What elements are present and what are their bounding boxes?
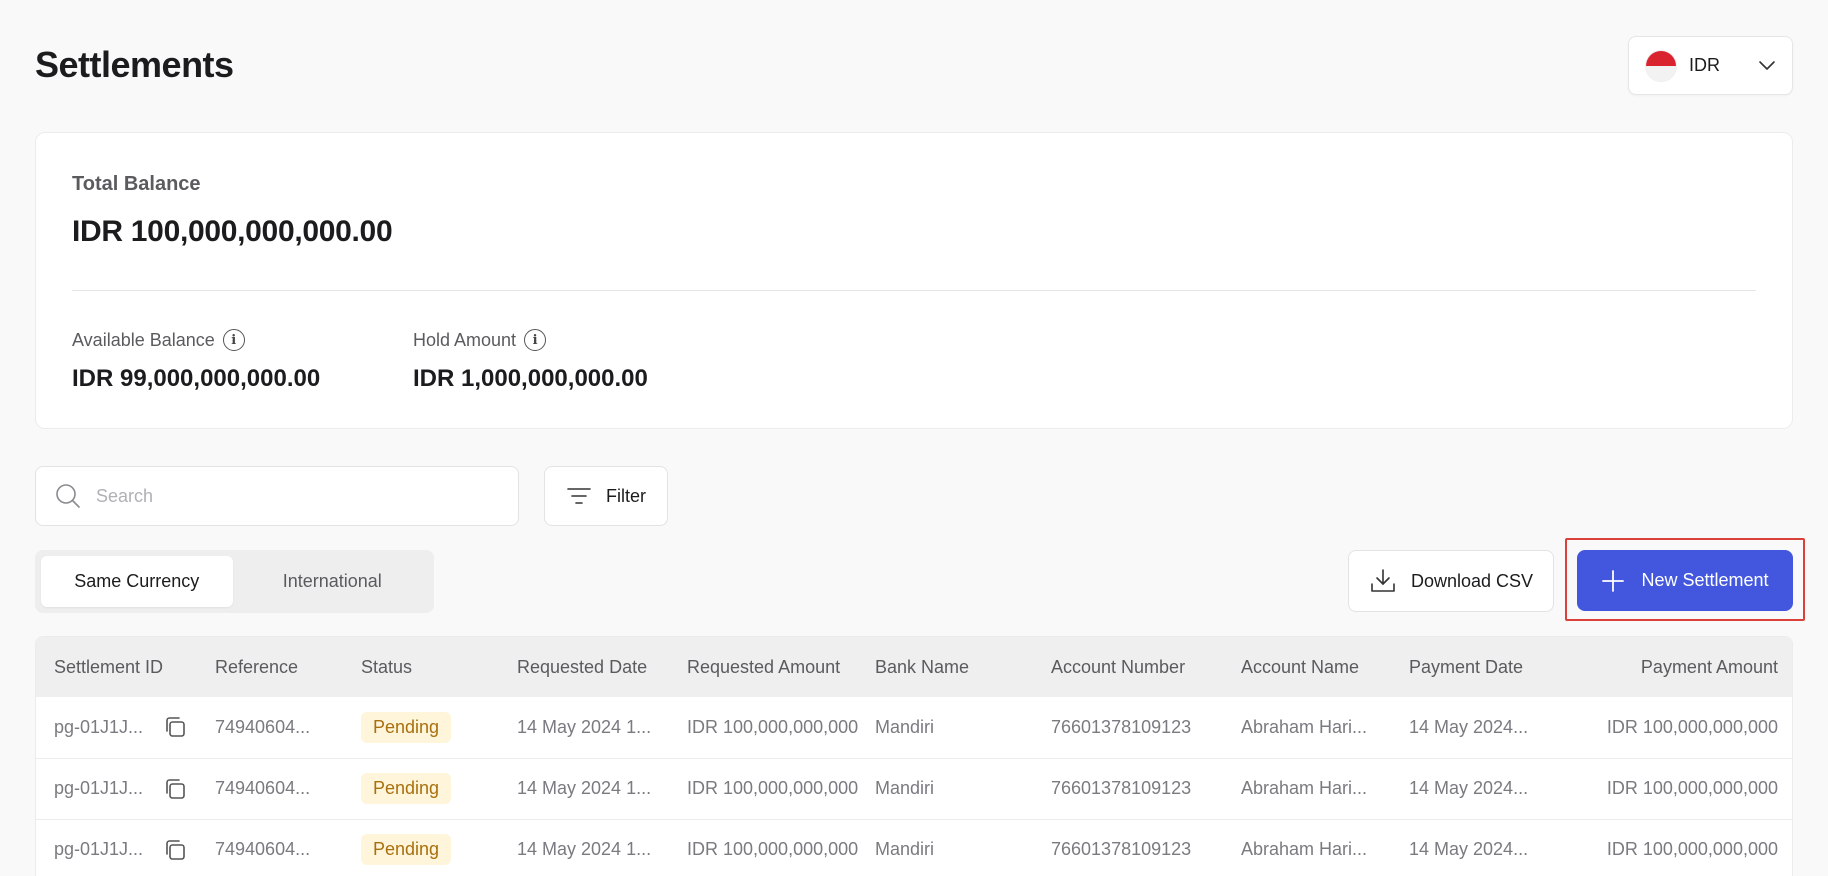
status-badge: Pending (361, 773, 452, 804)
currency-select[interactable]: IDR (1628, 36, 1793, 95)
reference: 74940604... (215, 839, 311, 859)
column-header-payment-amount[interactable]: Payment Amount (1569, 637, 1778, 697)
copy-icon[interactable] (163, 838, 187, 862)
requested-amount: IDR 100,000,000,000 (687, 716, 859, 737)
account-name: Abraham Hari... (1241, 839, 1368, 859)
available-balance-label: Available Balance (72, 329, 215, 350)
requested-amount: IDR 100,000,000,000 (687, 839, 859, 859)
reference: 74940604... (215, 716, 311, 737)
account-number: 76601378109123 (1051, 716, 1192, 737)
requested-date: 14 May 2024 1... (517, 839, 652, 859)
requested-date: 14 May 2024 1... (517, 716, 652, 737)
hold-amount-value: IDR 1,000,000,000.00 (413, 365, 648, 392)
requested-date: 14 May 2024 1... (517, 778, 652, 798)
requested-amount: IDR 100,000,000,000 (687, 778, 859, 798)
table-row[interactable]: pg-01J1J... 74940604... Pending 14 May 2… (36, 819, 1792, 876)
payment-date: 14 May 2024... (1409, 716, 1529, 737)
currency-code: IDR (1689, 55, 1720, 75)
table-row[interactable]: pg-01J1J... 74940604... Pending 14 May 2… (36, 758, 1792, 819)
plus-icon (1602, 569, 1625, 592)
info-icon[interactable]: i (222, 329, 245, 351)
reference: 74940604... (215, 778, 311, 798)
column-header-account-number[interactable]: Account Number (1051, 637, 1241, 697)
indonesia-flag-icon (1645, 49, 1677, 82)
card-divider (72, 290, 1756, 291)
account-number: 76601378109123 (1051, 778, 1192, 798)
copy-icon[interactable] (163, 715, 187, 739)
table-row[interactable]: pg-01J1J... 74940604... Pending 14 May 2… (36, 697, 1792, 758)
payment-amount: IDR 100,000,000,000 (1606, 839, 1778, 859)
filter-label: Filter (606, 485, 646, 506)
hold-amount: Hold Amount i IDR 1,000,000,000.00 (413, 329, 648, 393)
settlement-id: pg-01J1J... (54, 716, 144, 737)
settlement-id: pg-01J1J... (54, 839, 144, 859)
page-title: Settlements (35, 44, 234, 85)
hold-amount-label: Hold Amount (413, 329, 517, 350)
payment-amount: IDR 100,000,000,000 (1606, 778, 1778, 798)
column-header-status[interactable]: Status (361, 637, 517, 697)
payment-date: 14 May 2024... (1409, 839, 1529, 859)
settlements-table: Settlement ID Reference Status Requested… (35, 636, 1793, 876)
column-header-account-name[interactable]: Account Name (1241, 637, 1409, 697)
table-header-row: Settlement ID Reference Status Requested… (36, 637, 1792, 697)
download-csv-label: Download CSV (1410, 570, 1534, 591)
account-number: 76601378109123 (1051, 839, 1192, 859)
balance-card: Total Balance IDR 100,000,000,000.00 Ava… (35, 132, 1793, 429)
payment-date: 14 May 2024... (1409, 778, 1529, 798)
bank-name: Mandiri (875, 778, 935, 798)
bank-name: Mandiri (875, 839, 935, 859)
payment-amount: IDR 100,000,000,000 (1606, 716, 1778, 737)
available-balance-value: IDR 99,000,000,000.00 (72, 365, 321, 392)
info-icon[interactable]: i (524, 329, 547, 351)
tab-same-currency[interactable]: Same Currency (41, 556, 233, 607)
column-header-bank-name[interactable]: Bank Name (875, 637, 1051, 697)
column-header-requested-date[interactable]: Requested Date (517, 637, 687, 697)
settlement-type-tabs: Same Currency International (35, 550, 434, 613)
copy-icon[interactable] (163, 777, 187, 801)
status-badge: Pending (361, 711, 452, 743)
total-balance-label: Total Balance (72, 173, 201, 195)
settlement-id: pg-01J1J... (54, 778, 144, 798)
new-settlement-label: New Settlement (1641, 570, 1769, 590)
search-box[interactable] (35, 466, 519, 526)
available-balance: Available Balance i IDR 99,000,000,000.0… (72, 329, 320, 393)
total-balance-value: IDR 100,000,000,000.00 (72, 215, 393, 248)
search-input[interactable] (96, 485, 496, 507)
account-name: Abraham Hari... (1241, 778, 1368, 798)
column-header-reference[interactable]: Reference (215, 637, 361, 697)
column-header-payment-date[interactable]: Payment Date (1409, 637, 1569, 697)
bank-name: Mandiri (875, 716, 935, 737)
status-badge: Pending (361, 834, 452, 865)
column-header-requested-amount[interactable]: Requested Amount (687, 637, 875, 697)
chevron-down-icon (1759, 60, 1775, 70)
filter-button[interactable]: Filter (544, 466, 668, 526)
filter-icon (567, 488, 591, 504)
search-icon (56, 484, 80, 508)
new-settlement-button[interactable]: New Settlement (1577, 550, 1793, 611)
download-csv-button[interactable]: Download CSV (1348, 550, 1554, 612)
tab-international[interactable]: International (237, 556, 429, 607)
download-icon (1371, 569, 1395, 592)
column-header-settlement-id[interactable]: Settlement ID (54, 637, 215, 697)
account-name: Abraham Hari... (1241, 716, 1368, 737)
